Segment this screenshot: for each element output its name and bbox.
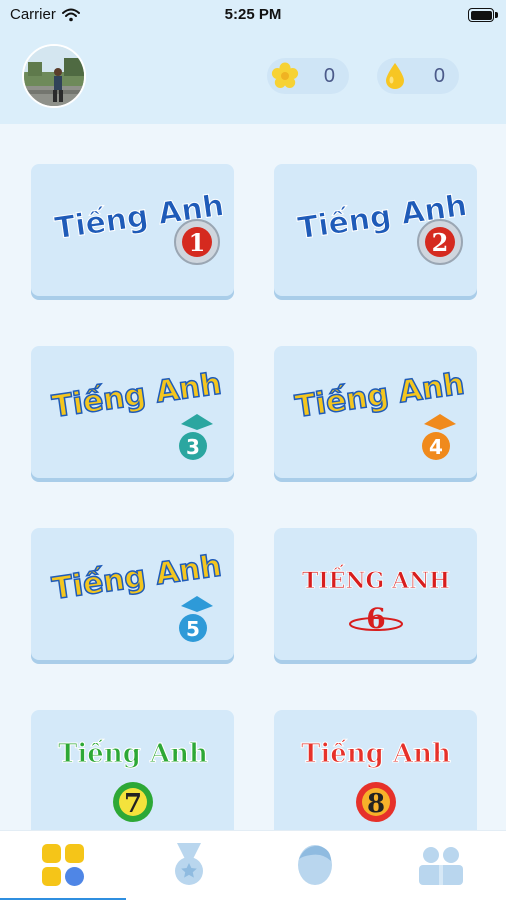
book-number-1: 1 — [188, 228, 205, 257]
flower-icon — [271, 62, 299, 88]
book-grid: Tiếng Anh 1 Tiếng Anh 2 Tiếng Anh 3 Tiến… — [0, 124, 506, 830]
flower-counter[interactable]: 0 — [267, 58, 349, 94]
book-card-3[interactable]: Tiếng Anh 3 — [31, 346, 234, 478]
tab-books[interactable] — [0, 831, 126, 900]
book-logo-7: Tiếng Anh 7 — [57, 738, 208, 822]
status-time: 5:25 PM — [224, 6, 282, 23]
grid-icon — [42, 844, 84, 886]
book-card-6[interactable]: TIẾNG ANH 6 — [274, 528, 477, 660]
book-card-1[interactable]: Tiếng Anh 1 — [31, 164, 234, 296]
drop-count: 0 — [433, 65, 445, 87]
user-icon — [298, 845, 332, 885]
book-card-4[interactable]: Tiếng Anh 4 — [274, 346, 477, 478]
book-number-6: 6 — [366, 602, 385, 635]
drop-icon — [386, 63, 404, 89]
book-logo-6: TIẾNG ANH 6 — [301, 564, 450, 635]
avatar-photo — [24, 46, 84, 106]
book-logo-8: Tiếng Anh 8 — [300, 738, 451, 822]
book-number-8: 8 — [366, 789, 384, 819]
book-number-3: 3 — [186, 435, 200, 459]
book-logo-5: Tiếng Anh 5 — [49, 548, 223, 642]
battery-tip — [495, 12, 498, 18]
status-bar: Carrier 5:25 PM — [0, 0, 506, 30]
header: 0 0 — [0, 30, 506, 124]
medal-icon — [175, 843, 203, 885]
tab-community[interactable] — [378, 831, 504, 900]
book-logo-4: Tiếng Anh 4 — [292, 366, 466, 460]
tab-profile[interactable] — [252, 831, 378, 900]
tab-achievements[interactable] — [126, 831, 252, 900]
book-title-7: Tiếng Anh — [58, 738, 208, 769]
book-card-5[interactable]: Tiếng Anh 5 — [31, 528, 234, 660]
book-logo-1: Tiếng Anh 1 — [52, 188, 223, 265]
battery-icon — [468, 8, 494, 22]
book-card-8[interactable]: Tiếng Anh 8 — [274, 710, 477, 830]
tab-bar — [0, 830, 506, 900]
book-title-6: TIẾNG ANH — [302, 564, 450, 594]
book-title-8: Tiếng Anh — [301, 738, 451, 769]
group-icon — [419, 847, 463, 885]
flower-count: 0 — [323, 65, 335, 87]
book-number-2: 2 — [431, 228, 448, 257]
book-logo-3: Tiếng Anh 3 — [49, 366, 223, 460]
book-number-7: 7 — [123, 789, 141, 819]
book-number-4: 4 — [429, 435, 443, 459]
avatar[interactable] — [22, 44, 86, 108]
book-logo-2: Tiếng Anh 2 — [295, 188, 466, 265]
book-card-2[interactable]: Tiếng Anh 2 — [274, 164, 477, 296]
drop-counter[interactable]: 0 — [377, 58, 459, 94]
book-card-7[interactable]: Tiếng Anh 7 — [31, 710, 234, 830]
book-number-5: 5 — [186, 617, 200, 641]
